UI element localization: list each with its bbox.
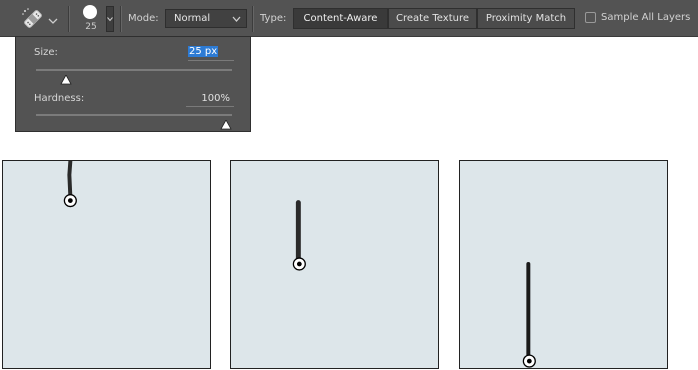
hardness-input[interactable]: 100% [186,93,230,104]
type-label: Type: [260,13,287,24]
size-label: Size: [34,47,58,58]
chevron-down-icon[interactable] [48,11,58,24]
hardness-input-underline [186,106,234,107]
type-content-aware-button[interactable]: Content-Aware [293,8,388,29]
divider [68,6,69,32]
type-proximity-match-button[interactable]: Proximity Match [477,8,575,29]
brush-picker-toggle[interactable] [106,6,114,32]
during-photo [230,160,439,369]
chevron-down-icon [232,16,241,22]
divider [120,6,121,32]
hardness-slider-track[interactable] [36,114,232,116]
mode-value: Normal [174,13,211,24]
brush-size-readout: 25 [85,22,97,32]
brush-stroke [67,161,73,199]
spot-healing-brush-icon[interactable] [20,6,46,32]
size-input-underline [188,60,234,61]
before-photo [2,160,211,369]
type-create-texture-button[interactable]: Create Texture [388,8,477,29]
brush-cursor-icon [522,354,536,368]
after-photo [459,160,668,369]
options-bar: 25 Mode: Normal Type: Content-Aware Crea… [0,0,698,37]
size-input[interactable]: 25 px [188,46,219,57]
brush-preset-picker[interactable]: 25 [78,3,104,34]
size-slider-thumb[interactable] [60,70,72,85]
brush-tip-icon [83,5,97,19]
brush-cursor-icon [63,194,77,208]
sample-all-layers-label[interactable]: Sample All Layers [601,12,690,23]
brush-cursor-icon [292,257,306,271]
hardness-label: Hardness: [34,93,85,104]
mode-select[interactable]: Normal [165,9,247,28]
mode-label: Mode: [128,13,159,24]
chevron-down-icon [107,17,113,22]
brush-settings-popup: Size: 25 px Hardness: 100% [15,36,251,132]
divider [252,6,253,32]
sample-all-layers-checkbox[interactable] [585,12,596,23]
hardness-slider-thumb[interactable] [220,115,232,130]
